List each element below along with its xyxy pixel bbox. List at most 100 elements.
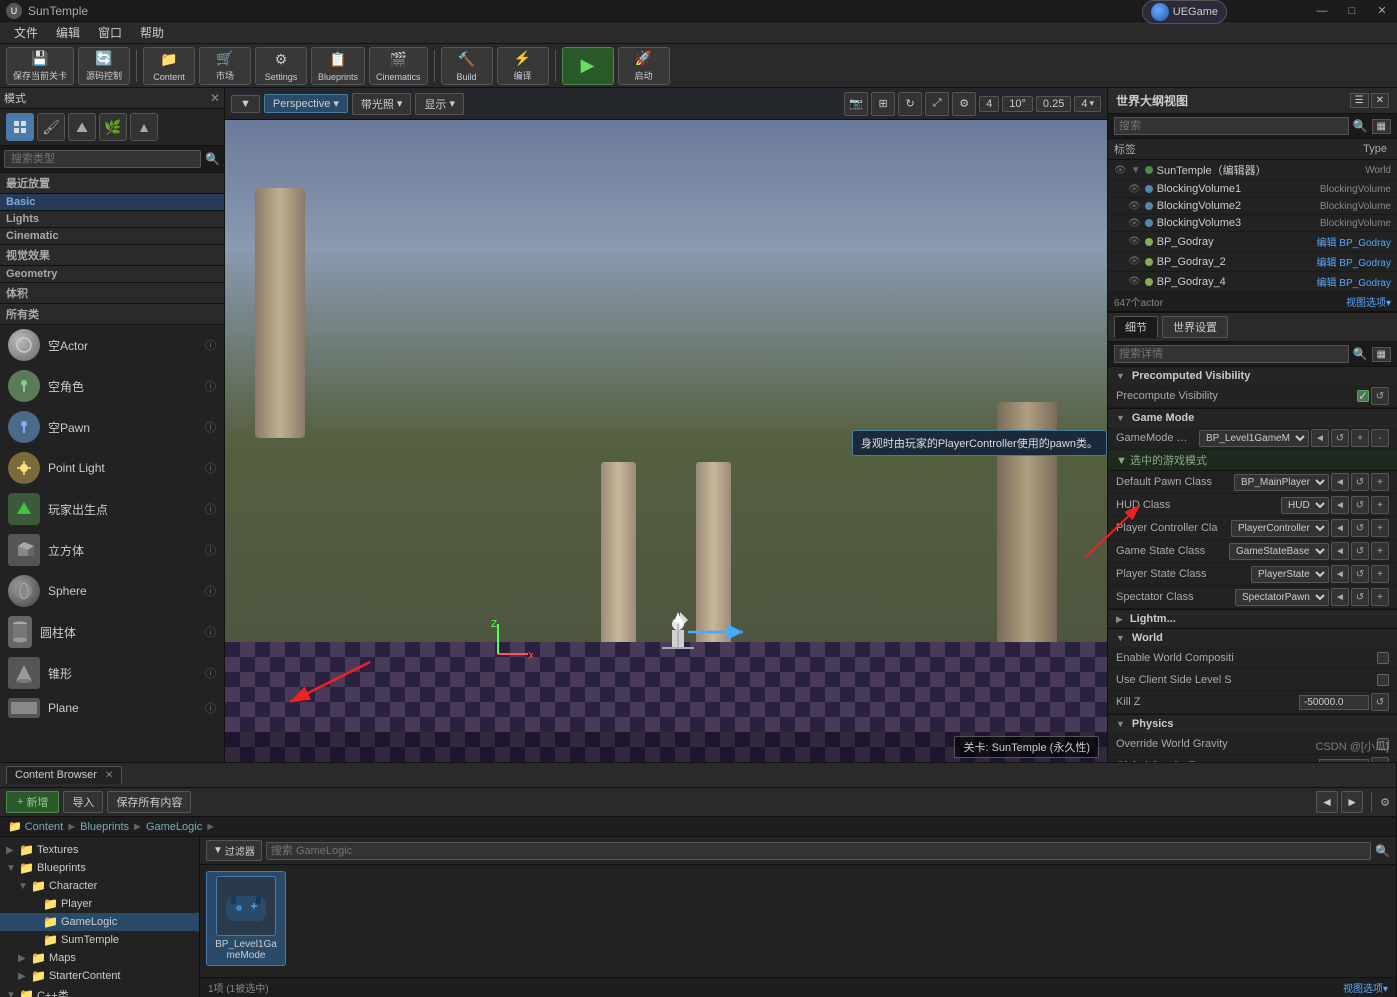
gamemode-reset-btn[interactable]: ↺	[1331, 429, 1349, 447]
maximize-button[interactable]: □	[1337, 0, 1367, 22]
outliner-filter-btn[interactable]: ▦	[1372, 119, 1391, 134]
tree-item-cppclasses[interactable]: ▼ 📁 C++类	[0, 985, 199, 997]
killz-reset[interactable]: ↺	[1371, 693, 1389, 711]
toolbar-play[interactable]: ▶	[562, 47, 614, 85]
details-search-input[interactable]	[1114, 345, 1349, 363]
grid-snap-btn[interactable]: ⊞	[871, 92, 895, 116]
mode-geometry[interactable]: ▲	[130, 113, 158, 141]
outliner-close-btn[interactable]: ✕	[1371, 93, 1389, 108]
eye-icon2[interactable]: 👁	[1128, 184, 1141, 195]
section-basic[interactable]: Basic	[0, 194, 224, 211]
pc-reset-btn[interactable]: ↺	[1351, 519, 1369, 537]
tree-item-player[interactable]: 📁 Player	[0, 895, 199, 913]
lighting-btn[interactable]: 带光照 ▾	[352, 93, 412, 115]
actor-item-plane[interactable]: Plane ⓘ	[0, 694, 224, 723]
cylinder-info[interactable]: ⓘ	[205, 624, 216, 640]
mode-paint[interactable]: 🖌	[37, 113, 65, 141]
outliner-item-suntemple[interactable]: 👁 ▼ SunTemple（编辑器） World	[1108, 160, 1397, 181]
section-visual[interactable]: 视觉效果	[0, 245, 224, 266]
emptypawn-info[interactable]: ⓘ	[205, 419, 216, 435]
sc-add-btn[interactable]: +	[1371, 588, 1389, 606]
tree-item-blueprints[interactable]: ▼ 📁 Blueprints	[0, 859, 199, 877]
outliner-item-bpgodray4[interactable]: 👁 BP_Godray_4 编辑 BP_Godray	[1108, 272, 1397, 292]
actor-item-sphere[interactable]: Sphere ⓘ	[0, 571, 224, 612]
cb-tab-content-browser[interactable]: Content Browser ✕	[6, 766, 122, 784]
pointlight-info[interactable]: ⓘ	[205, 460, 216, 476]
modes-search-input[interactable]	[4, 150, 201, 168]
gsc-browse-btn[interactable]: ◄	[1331, 542, 1349, 560]
spectator-class-select[interactable]: SpectatorPawn	[1235, 589, 1329, 606]
menu-edit[interactable]: 编辑	[48, 22, 88, 43]
pc-browse-btn[interactable]: ◄	[1331, 519, 1349, 537]
section-cinematic[interactable]: Cinematic	[0, 228, 224, 245]
asset-bp-level1gamemode[interactable]: BP_Level1GameMode	[206, 871, 286, 966]
minimize-button[interactable]: —	[1307, 0, 1337, 22]
viewport-scene[interactable]: X Z	[225, 88, 1107, 762]
pawn-add-btn[interactable]: +	[1371, 473, 1389, 491]
emptychar-info[interactable]: ⓘ	[205, 378, 216, 394]
player-state-class-select[interactable]: PlayerState	[1251, 566, 1329, 583]
show-btn[interactable]: 显示 ▾	[415, 93, 464, 115]
psc-reset-btn[interactable]: ↺	[1351, 565, 1369, 583]
game-state-class-select[interactable]: GameStateBase	[1229, 543, 1329, 560]
sphere-info[interactable]: ⓘ	[205, 583, 216, 599]
mode-placement[interactable]	[6, 113, 34, 141]
cb-settings-icon[interactable]: ⚙	[1380, 796, 1390, 809]
toolbar-launch[interactable]: 🚀 启动	[618, 47, 670, 85]
menu-file[interactable]: 文件	[6, 22, 46, 43]
psc-browse-btn[interactable]: ◄	[1331, 565, 1349, 583]
filter-button[interactable]: ▼ 过滤器	[206, 840, 262, 861]
actor-item-emptychar[interactable]: 空角色 ⓘ	[0, 366, 224, 407]
tree-item-sumtemple[interactable]: 📁 SumTemple	[0, 931, 199, 949]
viewport[interactable]: ▼ Perspective ▾ 带光照 ▾ 显示 ▾ 📷 ⊞ ↻ ⤢ ⚙ 4	[225, 88, 1107, 762]
psc-add-btn[interactable]: +	[1371, 565, 1389, 583]
cb-path-gamelogic[interactable]: GameLogic	[146, 821, 202, 833]
plane-info[interactable]: ⓘ	[205, 700, 216, 716]
view-option-label[interactable]: 视图选项▾	[1346, 294, 1391, 309]
default-pawn-select[interactable]: BP_MainPlayer	[1234, 474, 1329, 491]
cb-import-button[interactable]: 导入	[63, 791, 103, 813]
gamemode-section-header[interactable]: ▼ Game Mode	[1108, 409, 1397, 427]
toolbar-marketplace[interactable]: 🛒 市场	[199, 47, 251, 85]
gamemode-minus-btn[interactable]: -	[1371, 429, 1389, 447]
cube-info[interactable]: ⓘ	[205, 542, 216, 558]
hud-add-btn[interactable]: +	[1371, 496, 1389, 514]
eye-icon6[interactable]: 👁	[1128, 256, 1141, 267]
toolbar-cinematics[interactable]: 🎬 Cinematics	[369, 47, 428, 85]
toolbar-content[interactable]: 📁 Content	[143, 47, 195, 85]
cb-back-btn[interactable]: ◄	[1316, 791, 1338, 813]
close-button[interactable]: ✕	[1367, 0, 1397, 22]
section-all[interactable]: 所有类	[0, 304, 224, 325]
gamemode-override-select[interactable]: BP_Level1GameMode	[1199, 430, 1309, 447]
menu-help[interactable]: 帮助	[132, 22, 172, 43]
outliner-item-blockingvol2[interactable]: 👁 BlockingVolume2 BlockingVolume	[1108, 198, 1397, 215]
pawn-reset-btn[interactable]: ↺	[1351, 473, 1369, 491]
gsc-reset-btn[interactable]: ↺	[1351, 542, 1369, 560]
outliner-item-bpgodray2[interactable]: 👁 BP_Godray_2 编辑 BP_Godray	[1108, 252, 1397, 272]
outliner-view-btn[interactable]: ☰	[1350, 93, 1369, 108]
eye-icon4[interactable]: 👁	[1128, 218, 1141, 229]
precomputed-section-header[interactable]: ▼ Precomputed Visibility	[1108, 367, 1397, 385]
cb-search-input[interactable]	[266, 842, 1371, 860]
gamemode-add-btn[interactable]: +	[1351, 429, 1369, 447]
world-section-header[interactable]: ▼ World	[1108, 629, 1397, 647]
precompute-checkbox[interactable]: ✓	[1357, 390, 1369, 402]
eye-icon3[interactable]: 👁	[1128, 201, 1141, 212]
sc-browse-btn[interactable]: ◄	[1331, 588, 1349, 606]
section-geometry[interactable]: Geometry	[0, 266, 224, 283]
mode-foliage[interactable]: 🌿	[99, 113, 127, 141]
playerstart-info[interactable]: ⓘ	[205, 501, 216, 517]
tree-item-textures[interactable]: ▶ 📁 Textures	[0, 841, 199, 859]
actor-item-emptypawn[interactable]: 空Pawn ⓘ	[0, 407, 224, 448]
pc-add-btn[interactable]: +	[1371, 519, 1389, 537]
actor-item-emptyactor[interactable]: 空Actor ⓘ	[0, 325, 224, 366]
toolbar-compile[interactable]: ⚡ 编译	[497, 47, 549, 85]
player-controller-select[interactable]: PlayerController	[1231, 520, 1329, 537]
toolbar-save[interactable]: 💾 保存当前关卡	[6, 47, 74, 85]
actor-item-cylinder[interactable]: 圆柱体 ⓘ	[0, 612, 224, 653]
perspective-btn[interactable]: Perspective ▾	[264, 94, 348, 113]
global-gravity-reset[interactable]: ↺	[1371, 757, 1389, 762]
hud-reset-btn[interactable]: ↺	[1351, 496, 1369, 514]
killz-input[interactable]	[1299, 695, 1369, 710]
view-options-btn[interactable]: ⚙	[952, 92, 976, 116]
